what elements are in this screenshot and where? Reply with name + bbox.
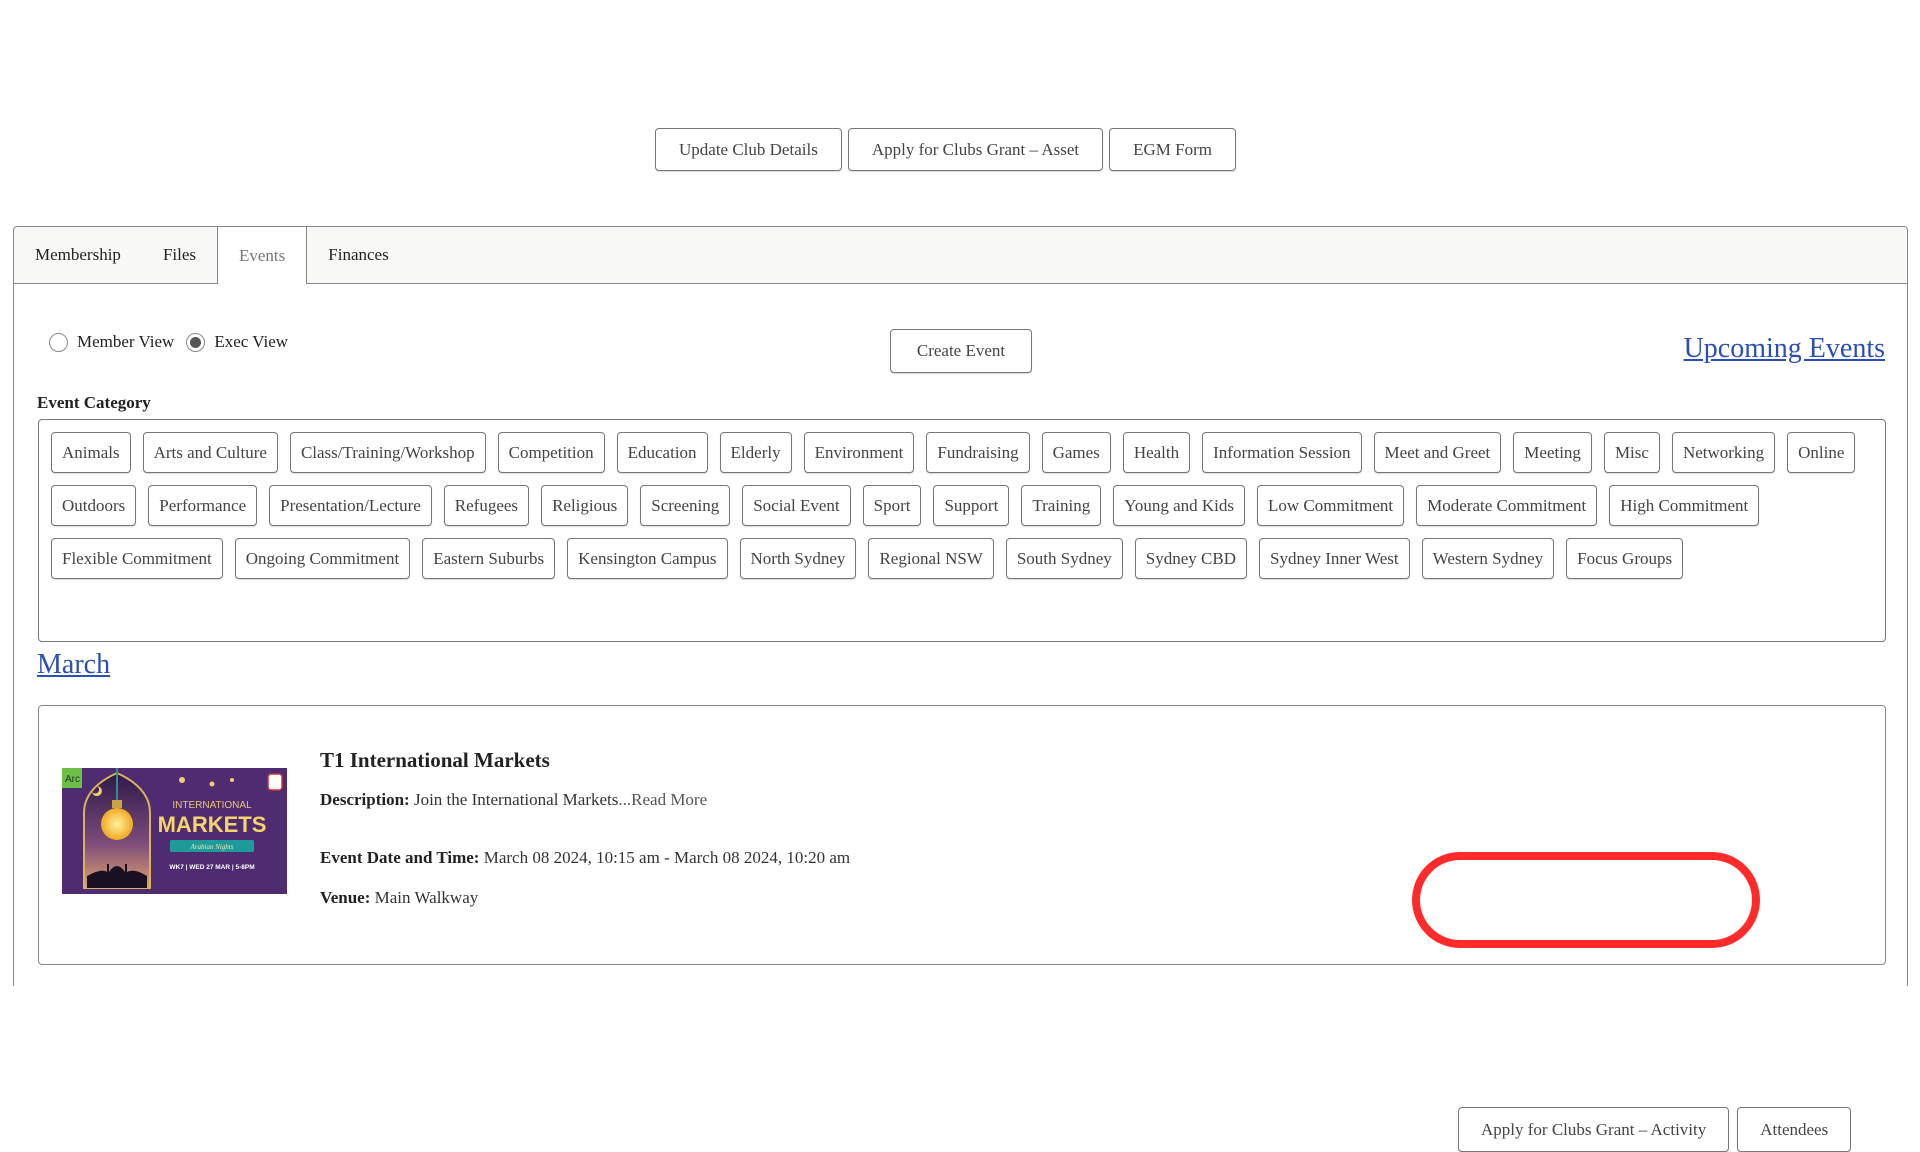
view-toggle: Member View Exec View <box>49 332 300 352</box>
event-actions: Apply for Clubs Grant – Activity Attende… <box>1458 1107 1852 1152</box>
club-panel: Membership Files Events Finances Member … <box>13 226 1908 1152</box>
category-chip[interactable]: Ongoing Commitment <box>234 538 411 579</box>
event-datetime: Event Date and Time: March 08 2024, 10:1… <box>320 848 850 868</box>
category-chip[interactable]: Arts and Culture <box>142 432 278 473</box>
event-category-box: Animals Arts and Culture Class/Training/Wo… <box>38 419 1886 642</box>
event-poster: Arc INTERNATIONAL MARKETS Arabian Nights… <box>62 768 287 894</box>
category-chip[interactable]: Elderly <box>719 432 792 473</box>
upcoming-events-link[interactable]: Upcoming Events <box>1684 333 1885 365</box>
category-chip[interactable]: Sydney CBD <box>1134 538 1247 579</box>
exec-view-radio[interactable] <box>186 332 206 352</box>
apply-grant-activity-button[interactable]: Apply for Clubs Grant – Activity <box>1458 1107 1730 1152</box>
category-chip[interactable]: Religious <box>541 485 629 526</box>
apply-grant-asset-button[interactable]: Apply for Clubs Grant – Asset <box>847 128 1104 171</box>
tab-membership[interactable]: Membership <box>14 227 142 283</box>
event-description: Description: Join the International Mark… <box>320 790 707 810</box>
category-chip[interactable]: North Sydney <box>739 538 857 579</box>
category-chip[interactable]: South Sydney <box>1005 538 1123 579</box>
category-chip[interactable]: Information Session <box>1202 432 1362 473</box>
category-chip[interactable]: Environment <box>803 432 915 473</box>
venue-value: Main Walkway <box>374 888 479 907</box>
category-chip[interactable]: Games <box>1041 432 1111 473</box>
category-chip[interactable]: Young and Kids <box>1113 485 1246 526</box>
category-chip[interactable]: Refugees <box>443 485 530 526</box>
poster-ribbon: Arabian Nights <box>190 843 234 851</box>
poster-footer: WK7 | WED 27 MAR | 5-8PM <box>169 864 254 871</box>
category-chip[interactable]: Focus Groups <box>1566 538 1684 579</box>
tab-bar: Membership Files Events Finances <box>14 227 1907 284</box>
datetime-label: Event Date and Time: <box>320 848 480 867</box>
category-chip[interactable]: Health <box>1122 432 1191 473</box>
category-chip[interactable]: Misc <box>1603 432 1660 473</box>
category-chip[interactable]: Education <box>616 432 708 473</box>
category-chip[interactable]: Sport <box>862 485 922 526</box>
update-club-details-button[interactable]: Update Club Details <box>655 128 842 171</box>
category-chip[interactable]: Social Event <box>742 485 851 526</box>
category-chip[interactable]: Sydney Inner West <box>1259 538 1410 579</box>
event-venue: Venue: Main Walkway <box>320 888 478 908</box>
category-chip[interactable]: Kensington Campus <box>567 538 728 579</box>
attendees-button[interactable]: Attendees <box>1737 1107 1852 1152</box>
category-chip[interactable]: Screening <box>640 485 731 526</box>
poster-line2: MARKETS <box>158 812 267 837</box>
category-chip[interactable]: Outdoors <box>51 485 137 526</box>
category-chip[interactable]: High Commitment <box>1609 485 1760 526</box>
category-chip[interactable]: Performance <box>148 485 258 526</box>
category-chip[interactable]: Flexible Commitment <box>51 538 223 579</box>
category-chip[interactable]: Moderate Commitment <box>1416 485 1598 526</box>
tab-finances[interactable]: Finances <box>307 227 409 283</box>
egm-form-button[interactable]: EGM Form <box>1109 128 1236 171</box>
category-chip[interactable]: Networking <box>1671 432 1776 473</box>
category-chip[interactable]: Meet and Greet <box>1373 432 1502 473</box>
category-chip[interactable]: Training <box>1021 485 1102 526</box>
category-chip[interactable]: Online <box>1787 432 1856 473</box>
category-chip[interactable]: Competition <box>497 432 605 473</box>
poster-line1: INTERNATIONAL <box>172 800 252 811</box>
datetime-value: March 08 2024, 10:15 am - March 08 2024,… <box>483 848 851 867</box>
category-chip[interactable]: Animals <box>51 432 131 473</box>
category-chip[interactable]: Western Sydney <box>1421 538 1555 579</box>
description-label: Description: <box>320 790 410 809</box>
create-event-button[interactable]: Create Event <box>890 329 1032 373</box>
category-chip[interactable]: Support <box>933 485 1010 526</box>
tab-files[interactable]: Files <box>142 227 217 283</box>
event-category-label: Event Category <box>37 393 151 412</box>
category-chip[interactable]: Low Commitment <box>1257 485 1405 526</box>
member-view-radio[interactable] <box>49 332 68 352</box>
exec-view-label: Exec View <box>214 332 289 351</box>
category-chip[interactable]: Presentation/Lecture <box>269 485 432 526</box>
event-image[interactable]: Arc INTERNATIONAL MARKETS Arabian Nights… <box>62 768 287 894</box>
venue-label: Venue: <box>320 888 371 907</box>
read-more-link[interactable]: ...Read More <box>618 790 707 809</box>
tab-events[interactable]: Events <box>217 227 308 284</box>
event-title: T1 International Markets <box>320 748 550 772</box>
category-chip[interactable]: Fundraising <box>926 432 1030 473</box>
month-link[interactable]: March <box>37 649 110 681</box>
category-chip[interactable]: Eastern Suburbs <box>422 538 556 579</box>
category-chip[interactable]: Class/Training/Workshop <box>289 432 486 473</box>
category-chip[interactable]: Meeting <box>1513 432 1592 473</box>
arc-logo-text: Arc <box>65 774 80 785</box>
top-actions: Update Club Details Apply for Clubs Gran… <box>655 128 1236 171</box>
category-chip[interactable]: Regional NSW <box>868 538 994 579</box>
description-text: Join the International Markets <box>413 790 619 809</box>
event-card: Arc INTERNATIONAL MARKETS Arabian Nights… <box>38 705 1886 1152</box>
member-view-label: Member View <box>77 332 175 351</box>
